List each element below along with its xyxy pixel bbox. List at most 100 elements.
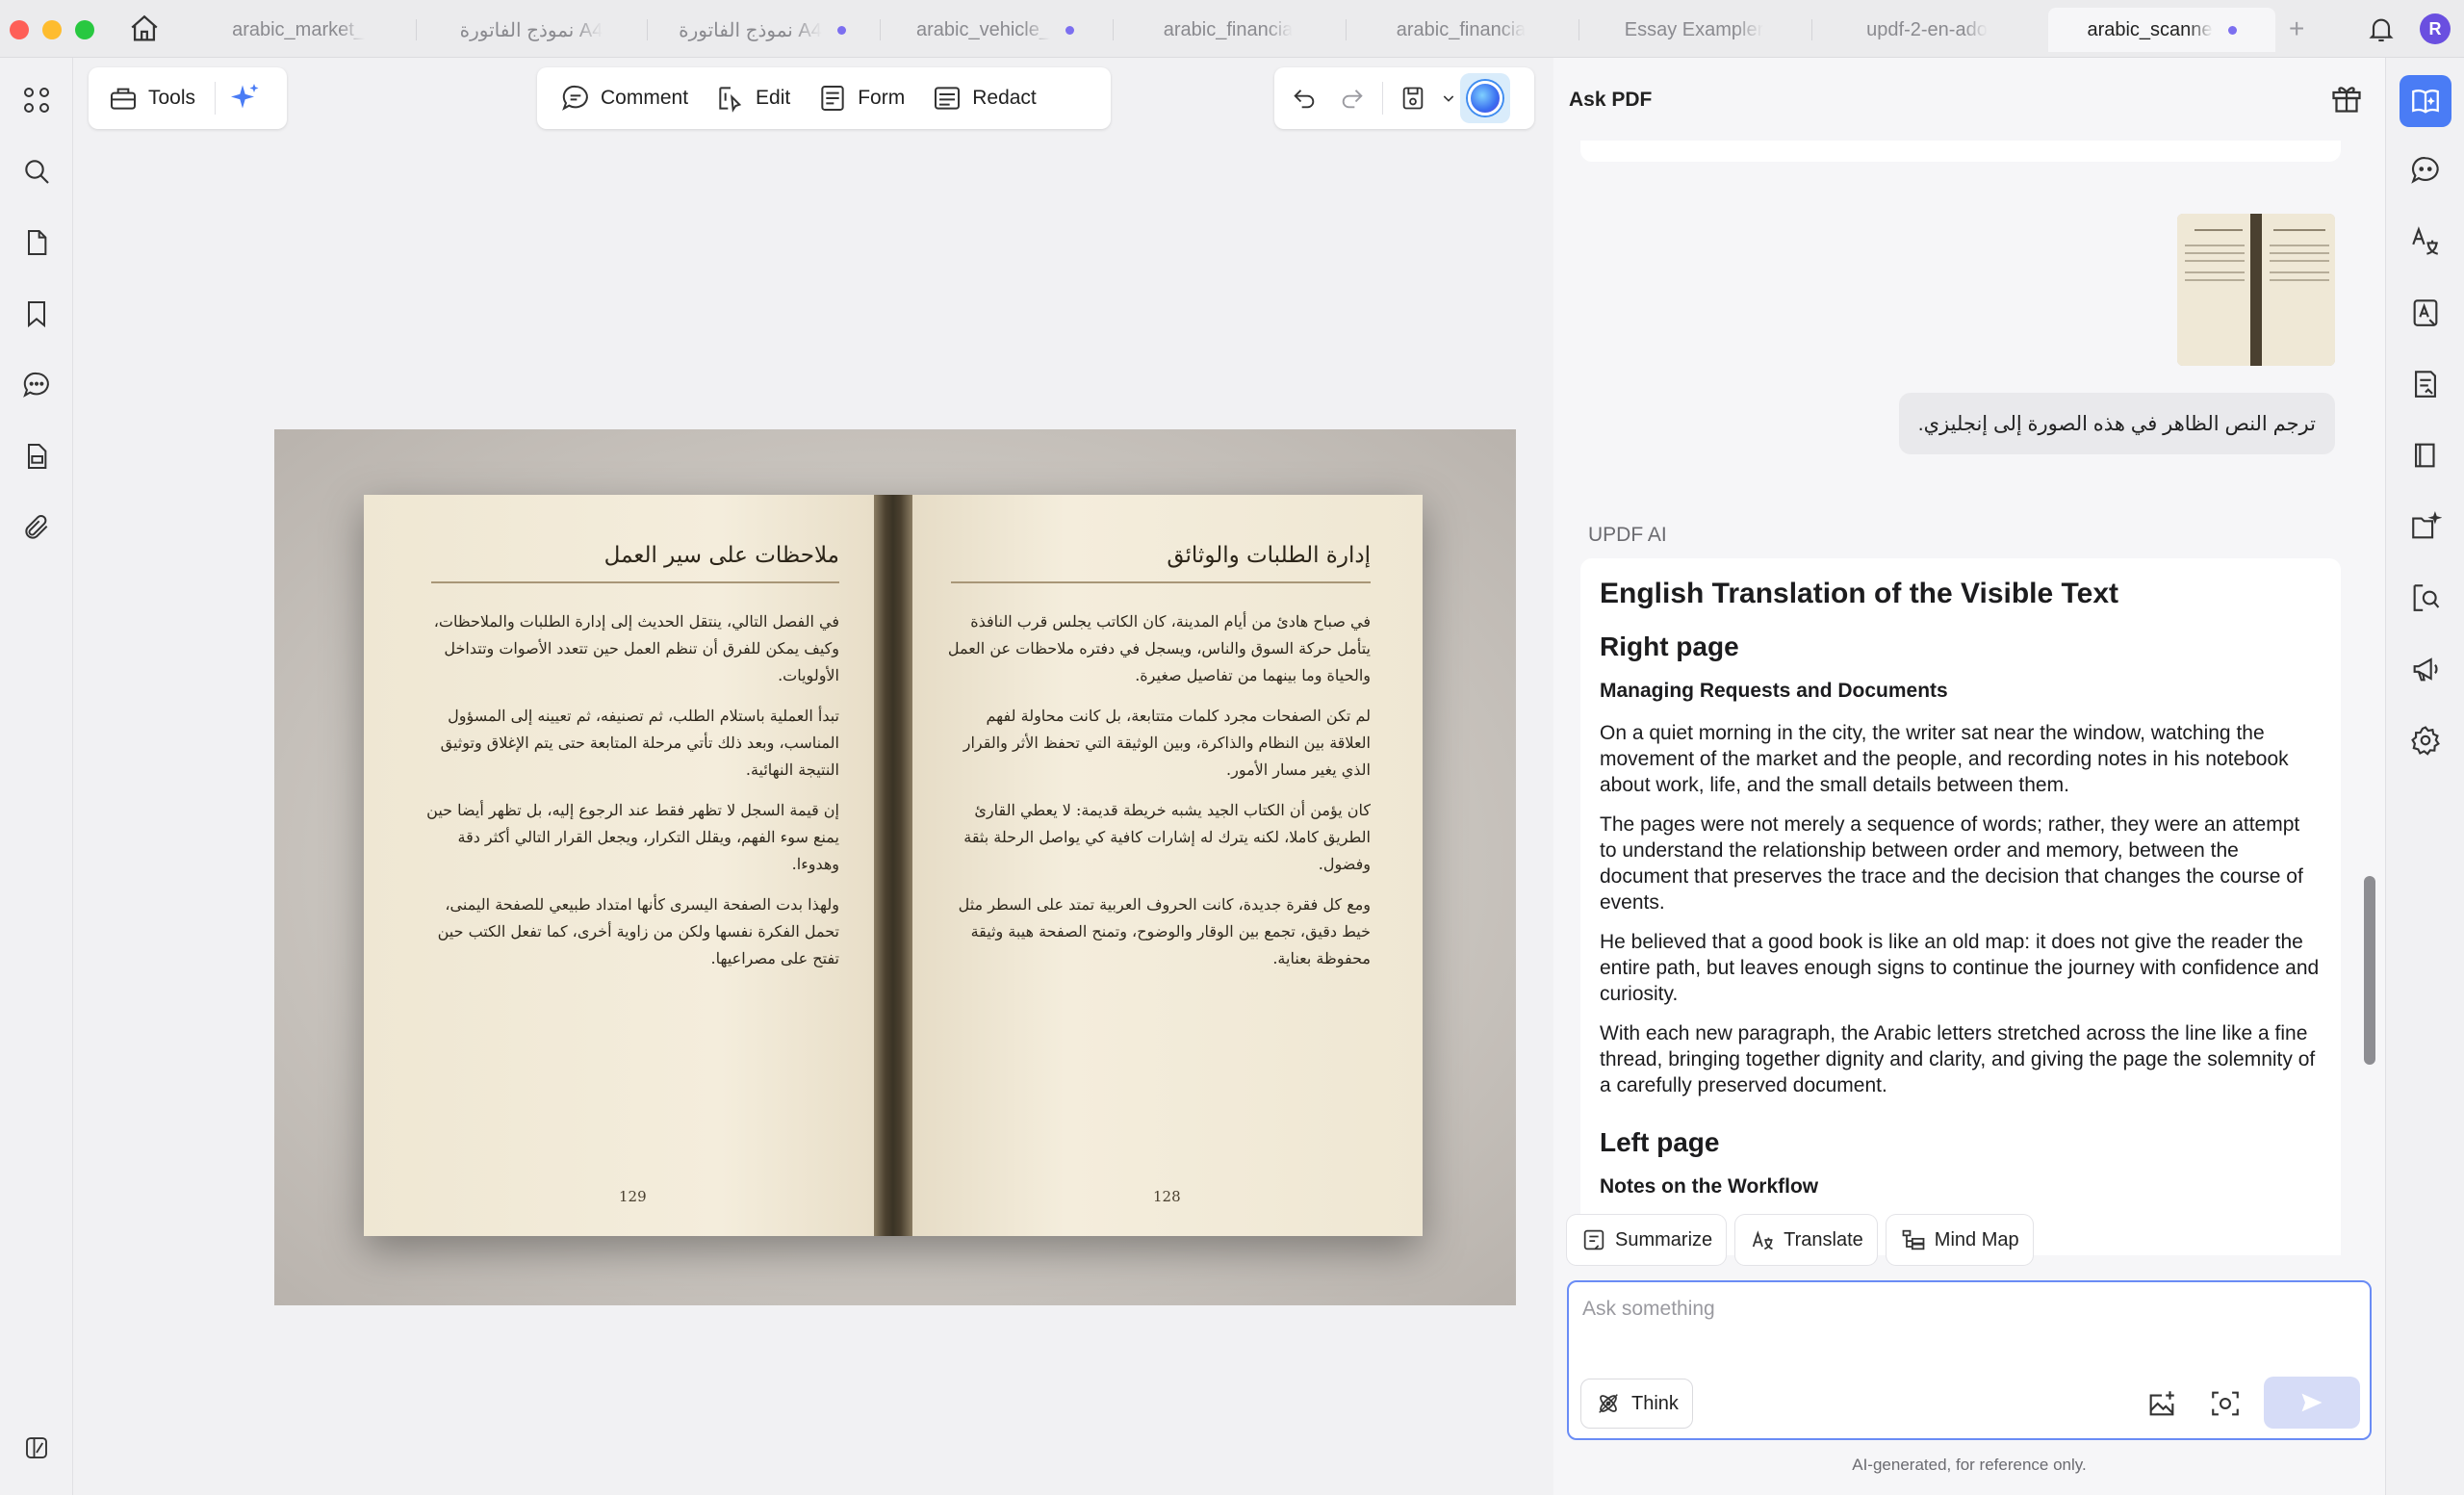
ocr-icon[interactable] — [2405, 293, 2446, 333]
think-toggle[interactable]: Think — [1580, 1379, 1693, 1429]
summarize-button[interactable]: Summarize — [1567, 1215, 1727, 1265]
thumb-line — [2270, 271, 2329, 273]
response-section-heading: Right page — [1600, 632, 1739, 661]
think-label: Think — [1631, 1392, 1679, 1414]
atom-icon — [1599, 1394, 1618, 1413]
tools-label: Tools — [148, 87, 196, 109]
zoom-window-button[interactable] — [75, 20, 94, 39]
megaphone-icon[interactable] — [2405, 649, 2446, 689]
comment-icon — [562, 85, 588, 111]
ai-sparkle-icon[interactable] — [221, 74, 270, 122]
quick-actions: Summarize Translate Mind Map — [1567, 1215, 2033, 1265]
tab[interactable]: arabic_vehicle_ — [882, 8, 1109, 52]
summary-doc-icon[interactable] — [2405, 364, 2446, 404]
form-fields-icon[interactable] — [17, 437, 56, 476]
tab[interactable]: arabic_financia — [1115, 8, 1342, 52]
search-icon[interactable] — [17, 152, 56, 191]
tab[interactable]: updf-2-en-ado — [1813, 8, 2040, 52]
thumb-line — [2185, 260, 2245, 262]
book-left-page: ملاحظات على سير العمل في الفصل التالي، ي… — [364, 495, 874, 1236]
sidebar-toggle-icon[interactable] — [17, 1429, 56, 1467]
attached-image-thumbnail[interactable] — [2177, 214, 2335, 366]
undo-icon[interactable] — [1280, 74, 1328, 122]
mind-map-button[interactable]: Mind Map — [1886, 1215, 2033, 1265]
ai-chat-icon[interactable] — [2405, 150, 2446, 191]
ai-sender-label: UPDF AI — [1588, 524, 1667, 546]
new-tab-button[interactable]: + — [2289, 13, 2304, 44]
summarize-icon — [1583, 1229, 1604, 1250]
ai-folder-icon[interactable] — [2405, 506, 2446, 547]
thumb-left-page — [2177, 214, 2250, 366]
response-subheading: Managing Requests and Documents — [1600, 680, 1948, 702]
page-thumbnails-icon[interactable] — [17, 223, 56, 262]
tab-separator — [647, 19, 648, 40]
comment-label: Comment — [601, 87, 689, 109]
thumb-line — [2270, 260, 2329, 262]
tab[interactable]: نموذج الفاتورة A4 — [649, 8, 876, 52]
response-paragraph: With each new paragraph, the Arabic lett… — [1600, 1022, 2316, 1096]
thumb-line — [2185, 252, 2245, 254]
redo-icon[interactable] — [1328, 74, 1376, 122]
divider — [1382, 82, 1383, 115]
search-doc-icon[interactable] — [2405, 578, 2446, 618]
title-rule — [951, 581, 1371, 583]
avatar[interactable]: R — [2420, 13, 2451, 44]
redact-icon — [935, 87, 961, 110]
scanned-book-image: ملاحظات على سير العمل في الفصل التالي، ي… — [364, 495, 1423, 1236]
home-icon[interactable] — [125, 12, 164, 46]
book-spine — [874, 495, 912, 1236]
translate-rail-icon[interactable] — [2405, 221, 2446, 262]
translate-button[interactable]: Translate — [1735, 1215, 1877, 1265]
edit-button[interactable]: Edit — [702, 74, 804, 122]
save-icon[interactable] — [1389, 74, 1437, 122]
settings-gear-icon[interactable] — [2405, 720, 2446, 760]
translate-icon — [1752, 1230, 1773, 1250]
tab-separator — [1578, 19, 1579, 40]
ask-pdf-book-icon[interactable] — [2400, 75, 2451, 127]
right-page-number: 128 — [1153, 1188, 1181, 1205]
gift-icon[interactable] — [2329, 81, 2364, 116]
attachment-icon[interactable] — [17, 508, 56, 547]
ask-input[interactable] — [1582, 1294, 2352, 1325]
tools-button[interactable]: Tools — [89, 74, 209, 122]
mode-toolbar: Comment Edit Form Redact — [537, 67, 1111, 129]
response-heading: English Translation of the Visible Text — [1600, 578, 2118, 609]
thumb-line — [2185, 279, 2245, 281]
screenshot-icon[interactable] — [2204, 1382, 2246, 1425]
redact-button[interactable]: Redact — [918, 74, 1050, 122]
right-paragraph: لم تكن الصفحات مجرد كلمات متتابعة، بل كا… — [962, 707, 1371, 779]
edit-label: Edit — [756, 87, 791, 109]
tab[interactable]: نموذج الفاتورة A4 — [418, 8, 645, 52]
tab[interactable]: arabic_financia — [1348, 8, 1575, 52]
action-toolbar — [1274, 67, 1534, 129]
tab[interactable]: arabic_market_ — [185, 8, 412, 52]
redact-label: Redact — [972, 87, 1037, 109]
bell-icon[interactable] — [2366, 13, 2397, 44]
apps-grid-icon[interactable] — [17, 81, 56, 119]
chevron-down-icon[interactable] — [1437, 74, 1460, 122]
comments-icon[interactable] — [17, 366, 56, 404]
translate-label: Translate — [1784, 1228, 1863, 1250]
panel-title: Ask PDF — [1569, 89, 1653, 111]
ai-assistant-icon[interactable] — [1460, 73, 1510, 123]
close-window-button[interactable] — [10, 20, 29, 39]
left-paragraph: ولهذا بدت الصفحة اليسرى كأنها امتداد طبي… — [437, 895, 839, 967]
chat-history[interactable]: ترجم النص الظاهر في هذه الصورة إلى إنجلي… — [1553, 141, 2385, 1255]
bookmark-icon[interactable] — [17, 295, 56, 333]
minimize-window-button[interactable] — [42, 20, 62, 39]
chat-scrollbar-thumb[interactable] — [2364, 876, 2375, 1065]
tab-active[interactable]: arabic_scanne — [2048, 8, 2275, 52]
right-paragraph: ومع كل فقرة جديدة، كانت الحروف العربية ت… — [958, 895, 1371, 967]
response-paragraph: The pages were not merely a sequence of … — [1600, 813, 2303, 914]
pdf-page[interactable]: ملاحظات على سير العمل في الفصل التالي، ي… — [274, 429, 1516, 1305]
add-image-icon[interactable] — [2141, 1382, 2183, 1425]
previous-message-card — [1580, 141, 2341, 162]
comment-button[interactable]: Comment — [547, 74, 702, 122]
send-button[interactable] — [2264, 1377, 2360, 1429]
tab-separator — [880, 19, 881, 40]
response-subheading: Notes on the Workflow — [1600, 1175, 1819, 1198]
reader-book-icon[interactable] — [2405, 435, 2446, 476]
tab[interactable]: Essay Exampler — [1580, 8, 1808, 52]
form-button[interactable]: Form — [804, 74, 918, 122]
right-page-title: إدارة الطلبات والوثائق — [1167, 543, 1371, 568]
